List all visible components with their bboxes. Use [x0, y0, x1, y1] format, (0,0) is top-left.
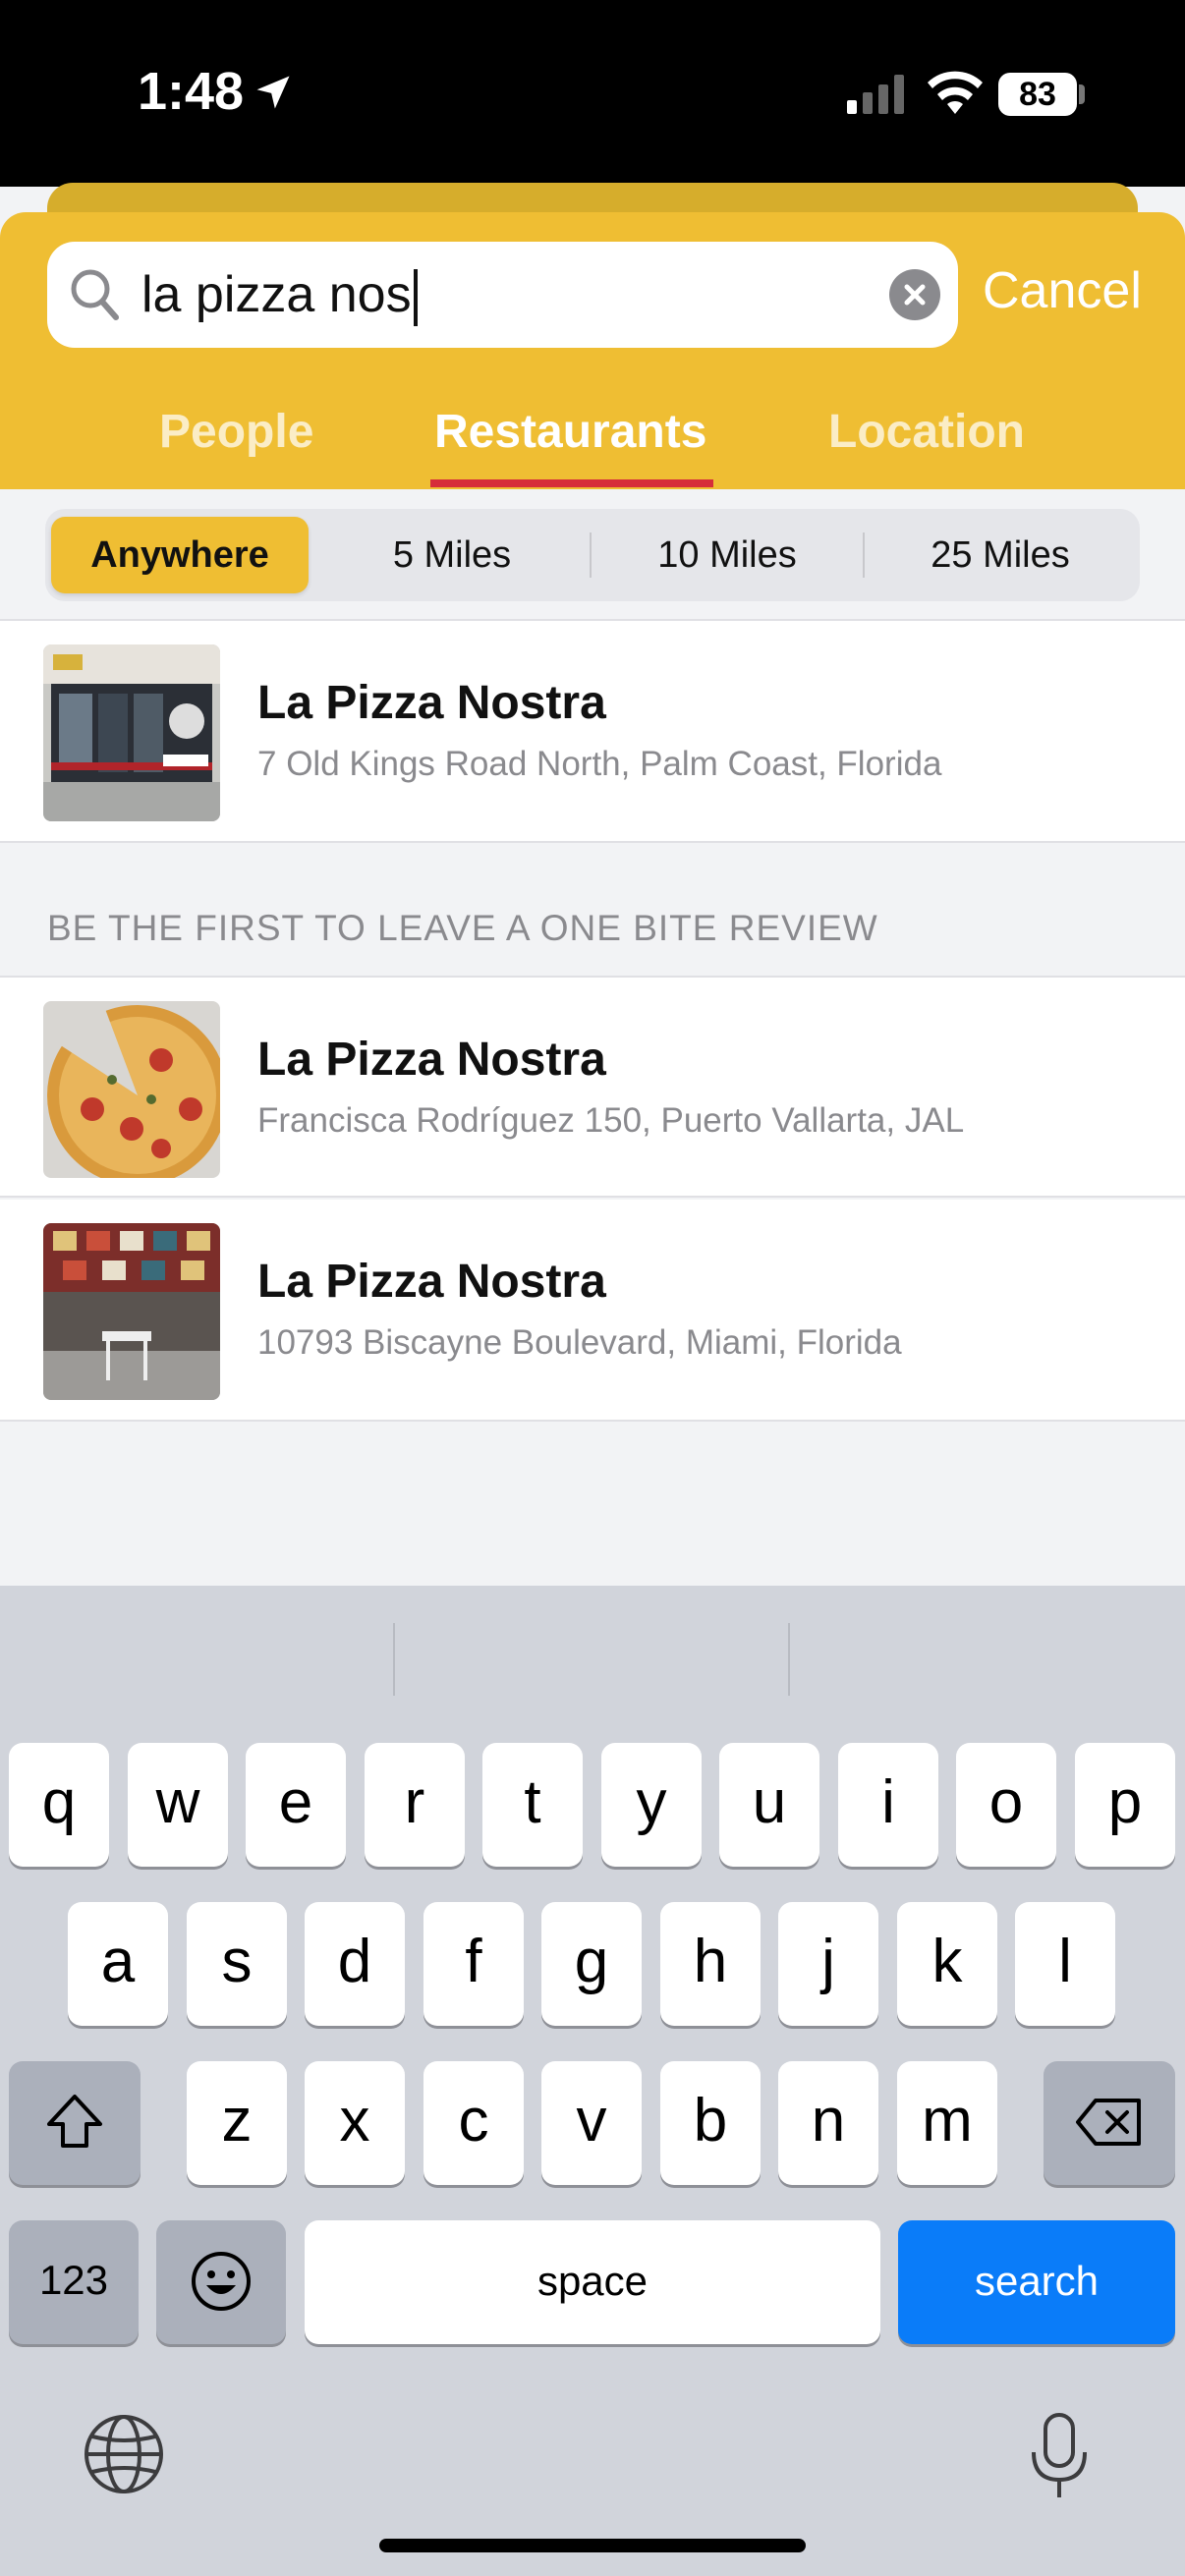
restaurant-result-row[interactable]: La Pizza Nostra 10793 Biscayne Boulevard…: [0, 1200, 1185, 1422]
search-icon: [71, 269, 119, 320]
battery-nub: [1079, 84, 1085, 104]
segment-divider: [863, 532, 865, 578]
key-i[interactable]: i: [838, 1743, 938, 1867]
battery-indicator: 83: [998, 73, 1077, 116]
key-e[interactable]: e: [246, 1743, 346, 1867]
key-o[interactable]: o: [956, 1743, 1056, 1867]
restaurant-address: 10793 Biscayne Boulevard, Miami, Florida: [257, 1323, 902, 1362]
filter-25-miles[interactable]: 25 Miles: [867, 517, 1134, 593]
search-input[interactable]: la pizza nos: [47, 242, 958, 348]
tab-location[interactable]: Location: [828, 405, 1025, 459]
restaurant-thumbnail: [43, 1223, 220, 1400]
cancel-button[interactable]: Cancel: [983, 261, 1142, 320]
key-y[interactable]: y: [601, 1743, 702, 1867]
clear-search-button[interactable]: [889, 269, 940, 320]
suggestion-divider: [393, 1623, 395, 1696]
key-v[interactable]: v: [541, 2061, 642, 2185]
backspace-icon: [1076, 2099, 1141, 2146]
location-arrow-icon: [256, 76, 290, 109]
space-key[interactable]: space: [305, 2220, 880, 2344]
distance-filter-bar: Anywhere 5 Miles 10 Miles 25 Miles: [0, 489, 1185, 621]
emoji-key[interactable]: [156, 2220, 286, 2344]
key-p[interactable]: p: [1075, 1743, 1175, 1867]
key-u[interactable]: u: [719, 1743, 819, 1867]
key-m[interactable]: m: [897, 2061, 997, 2185]
key-f[interactable]: f: [423, 1902, 524, 2026]
restaurant-address: Francisca Rodríguez 150, Puerto Vallarta…: [257, 1101, 965, 1140]
filter-10-miles[interactable]: 10 Miles: [593, 517, 861, 593]
key-d[interactable]: d: [305, 1902, 405, 2026]
key-z[interactable]: z: [187, 2061, 287, 2185]
status-bar: 1:48 83: [0, 0, 1185, 187]
key-t[interactable]: t: [482, 1743, 583, 1867]
cellular-signal-icon: [847, 75, 904, 114]
search-header: la pizza nos Cancel People Restaurants L…: [0, 212, 1185, 489]
restaurant-thumbnail: [43, 644, 220, 821]
key-x[interactable]: x: [305, 2061, 405, 2185]
shift-icon: [47, 2095, 102, 2148]
numbers-key[interactable]: 123: [9, 2220, 139, 2344]
wifi-icon: [928, 71, 983, 114]
keyboard: q w e r t y u i o p a s d f g h j k l z …: [0, 1586, 1185, 2576]
key-a[interactable]: a: [68, 1902, 168, 2026]
section-header: BE THE FIRST TO LEAVE A ONE BITE REVIEW: [47, 908, 878, 948]
home-indicator: [379, 2539, 806, 2552]
key-c[interactable]: c: [423, 2061, 524, 2185]
search-key[interactable]: search: [898, 2220, 1175, 2344]
restaurant-result-row[interactable]: La Pizza Nostra 7 Old Kings Road North, …: [0, 621, 1185, 843]
distance-segmented-control: Anywhere 5 Miles 10 Miles 25 Miles: [45, 509, 1140, 601]
key-r[interactable]: r: [365, 1743, 465, 1867]
microphone-icon[interactable]: [1028, 2411, 1091, 2501]
key-b[interactable]: b: [660, 2061, 761, 2185]
active-tab-indicator: [430, 479, 713, 487]
segment-divider: [590, 532, 592, 578]
shift-key[interactable]: [9, 2061, 141, 2185]
restaurant-name: La Pizza Nostra: [257, 1034, 606, 1086]
tab-people[interactable]: People: [159, 405, 313, 459]
restaurant-thumbnail: [43, 1001, 220, 1178]
key-g[interactable]: g: [541, 1902, 642, 2026]
restaurant-name: La Pizza Nostra: [257, 1256, 606, 1308]
search-query: la pizza nos: [141, 265, 418, 327]
restaurant-address: 7 Old Kings Road North, Palm Coast, Flor…: [257, 745, 942, 783]
key-j[interactable]: j: [778, 1902, 878, 2026]
key-k[interactable]: k: [897, 1902, 997, 2026]
restaurant-result-row[interactable]: La Pizza Nostra Francisca Rodríguez 150,…: [0, 976, 1185, 1198]
restaurant-name: La Pizza Nostra: [257, 677, 606, 729]
key-l[interactable]: l: [1015, 1902, 1115, 2026]
delete-key[interactable]: [1044, 2061, 1175, 2185]
key-q[interactable]: q: [9, 1743, 109, 1867]
text-cursor: [413, 269, 418, 327]
tab-restaurants[interactable]: Restaurants: [434, 405, 706, 459]
close-icon: [904, 284, 926, 306]
filter-anywhere[interactable]: Anywhere: [51, 517, 309, 593]
status-time: 1:48: [138, 62, 245, 121]
emoji-icon: [192, 2252, 251, 2311]
key-n[interactable]: n: [778, 2061, 878, 2185]
filter-5-miles[interactable]: 5 Miles: [318, 517, 586, 593]
globe-icon[interactable]: [83, 2413, 165, 2495]
key-h[interactable]: h: [660, 1902, 761, 2026]
key-s[interactable]: s: [187, 1902, 287, 2026]
suggestion-divider: [788, 1623, 790, 1696]
key-w[interactable]: w: [128, 1743, 228, 1867]
